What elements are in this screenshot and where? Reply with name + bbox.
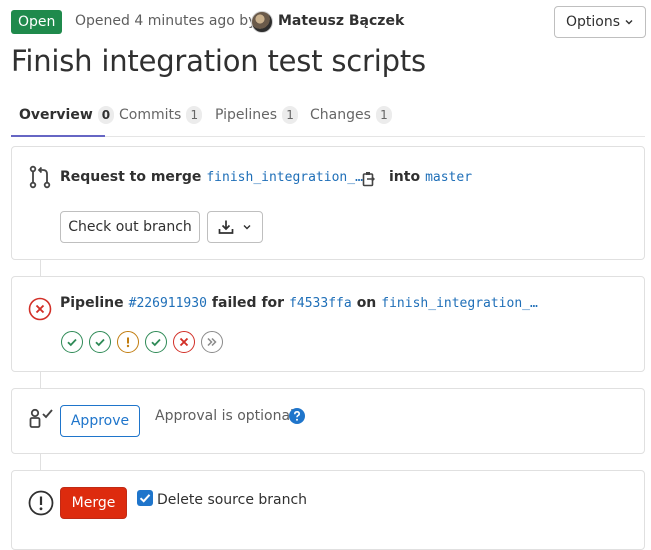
tab-pipelines[interactable]: Pipelines 1 (215, 94, 299, 136)
checkmark-icon (139, 494, 151, 503)
tab-overview-label: Overview (19, 107, 93, 123)
tab-changes-label: Changes (310, 107, 371, 123)
merge-request-card: Request to merge finish_integration_… in… (11, 146, 645, 260)
merge-button[interactable]: Merge (60, 487, 127, 519)
options-button[interactable]: Options (554, 6, 646, 38)
stage-failed-icon[interactable] (173, 331, 195, 353)
approve-button-label: Approve (70, 413, 130, 429)
pipeline-status-text: failed for (211, 295, 285, 311)
merge-request-icon (29, 165, 51, 189)
tab-commits-label: Commits (119, 107, 182, 123)
approval-optional-text: Approval is optional (155, 408, 294, 424)
chevron-down-icon (625, 20, 633, 25)
stage-warning-icon[interactable] (117, 331, 139, 353)
checkout-branch-button[interactable]: Check out branch (60, 211, 200, 243)
copy-icon[interactable] (362, 171, 376, 187)
download-icon (218, 220, 234, 234)
download-dropdown-button[interactable] (207, 211, 263, 243)
stage-skipped-icon[interactable] (201, 331, 223, 353)
mr-tabs: Overview 0 Commits 1 Pipelines 1 Changes… (11, 94, 645, 137)
page-title: Finish integration test scripts (11, 44, 426, 78)
tab-pipelines-label: Pipelines (215, 107, 278, 123)
stage-success-icon[interactable] (89, 331, 111, 353)
approval-icon (29, 408, 53, 428)
pipeline-branch-link[interactable]: finish_integration_… (381, 296, 538, 311)
question-icon[interactable] (289, 408, 305, 424)
tab-overview-count: 0 (97, 106, 115, 124)
delete-source-label[interactable]: Delete source branch (157, 492, 307, 508)
pipeline-id-link[interactable]: #226911930 (129, 296, 207, 311)
pipeline-failed-icon[interactable] (28, 297, 52, 321)
tab-commits[interactable]: Commits 1 (119, 94, 203, 136)
tab-pipelines-count: 1 (282, 106, 299, 124)
source-branch-link[interactable]: finish_integration_… (206, 170, 363, 185)
delete-source-checkbox[interactable] (137, 490, 153, 506)
into-label: into (389, 169, 421, 185)
chevron-down-icon (243, 225, 251, 230)
author-link[interactable]: Mateusz Bączek (278, 13, 404, 29)
timeline-connector (40, 372, 41, 388)
pipeline-line: Pipeline #226911930 failed for f4533ffa … (60, 295, 538, 311)
target-branch-line: into master (389, 169, 472, 185)
merge-request-line: Request to merge finish_integration_… (60, 169, 363, 185)
active-tab-underline (11, 135, 105, 137)
avatar[interactable] (251, 11, 273, 33)
merge-button-label: Merge (71, 495, 116, 511)
pipeline-card: Pipeline #226911930 failed for f4533ffa … (11, 276, 645, 372)
merge-request-prefix: Request to merge (60, 169, 202, 185)
pipeline-label: Pipeline (60, 295, 124, 311)
opened-text: Opened 4 minutes ago by (75, 13, 257, 29)
approval-card: Approve Approval is optional (11, 388, 645, 454)
status-badge: Open (11, 10, 63, 34)
options-button-label: Options (565, 14, 621, 30)
tab-changes-count: 1 (375, 106, 392, 124)
approve-button[interactable]: Approve (60, 405, 140, 437)
stage-success-icon[interactable] (61, 331, 83, 353)
warning-icon (28, 490, 54, 516)
on-label: on (356, 295, 377, 311)
stage-success-icon[interactable] (145, 331, 167, 353)
checkout-branch-label: Check out branch (68, 219, 192, 235)
target-branch-link[interactable]: master (425, 170, 472, 185)
tab-overview[interactable]: Overview 0 (19, 94, 115, 136)
tab-commits-count: 1 (186, 106, 203, 124)
timeline-connector (40, 260, 41, 276)
commit-link[interactable]: f4533ffa (289, 296, 352, 311)
tab-changes[interactable]: Changes 1 (310, 94, 392, 136)
timeline-connector (40, 454, 41, 470)
merge-card: Merge Delete source branch (11, 470, 645, 550)
